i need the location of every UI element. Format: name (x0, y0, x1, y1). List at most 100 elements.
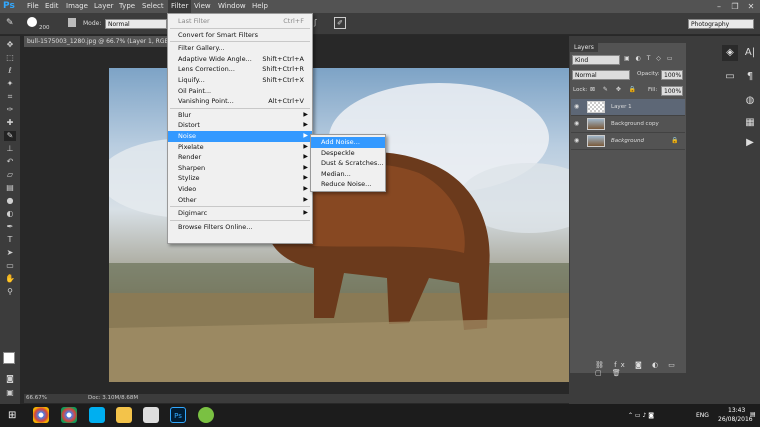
app-icon[interactable] (143, 407, 159, 423)
menu-item-liquify[interactable]: Liquify... Shift+Ctrl+X (168, 75, 312, 86)
chrome-icon[interactable] (61, 407, 77, 423)
menu-item-oil-paint[interactable]: Oil Paint... (168, 86, 312, 97)
document-tab[interactable]: bull-1575003_1280.jpg @ 66.7% (Layer 1, … (24, 36, 169, 47)
chrome-icon[interactable] (33, 407, 49, 423)
skype-icon[interactable] (89, 407, 105, 423)
eraser-tool-icon[interactable]: ▱ (4, 170, 16, 180)
brush-preset-icon[interactable] (27, 17, 37, 27)
visibility-eye-icon[interactable]: ◉ (574, 137, 582, 145)
workspace-select[interactable]: Photography (688, 19, 754, 29)
clock-time[interactable]: 13:43 (728, 407, 745, 414)
menu-item-add-noise[interactable]: Add Noise... (311, 137, 385, 148)
minimize-icon[interactable]: – (712, 0, 726, 13)
paragraph-panel-icon[interactable]: ¶ (742, 69, 758, 85)
hand-tool-icon[interactable]: ✋ (4, 274, 16, 284)
visibility-eye-icon[interactable]: ◉ (574, 103, 582, 111)
menu-window[interactable]: Window (218, 0, 246, 13)
notification-icon[interactable]: ▤ (750, 411, 756, 418)
opacity-input[interactable]: 100% (661, 70, 683, 80)
brush-tool-icon[interactable]: ✎ (4, 131, 16, 141)
menu-item-video[interactable]: Video ▶ (168, 184, 312, 195)
type-tool-icon[interactable]: T (4, 235, 16, 245)
properties-panel-icon[interactable]: ▭ (722, 69, 738, 85)
photoshop-taskbar-icon[interactable]: Ps (170, 407, 186, 423)
windows-start-icon[interactable]: ⊞ (8, 410, 19, 421)
menu-item-lens-correction[interactable]: Lens Correction... Shift+Ctrl+R (168, 64, 312, 75)
layer-row-background[interactable]: ◉ Background 🔒 (571, 133, 685, 150)
move-tool-icon[interactable]: ✥ (4, 40, 16, 50)
menu-item-stylize[interactable]: Stylize ▶ (168, 173, 312, 184)
layers-tab[interactable]: Layers (570, 43, 598, 52)
character-panel-icon[interactable]: A| (742, 45, 758, 61)
menu-item-sharpen[interactable]: Sharpen ▶ (168, 163, 312, 174)
menu-layer[interactable]: Layer (94, 0, 114, 13)
menu-edit[interactable]: Edit (45, 0, 59, 13)
gradient-tool-icon[interactable]: ▤ (4, 183, 16, 193)
swatches-panel-icon[interactable]: ◍ (742, 93, 758, 109)
brush-tool-icon[interactable]: ✎ (6, 18, 18, 29)
zoom-tool-icon[interactable]: ⚲ (4, 287, 16, 297)
screen-mode-icon[interactable]: ▣ (4, 388, 16, 398)
menu-item-dust-scratches[interactable]: Dust & Scratches... (311, 158, 385, 169)
menu-help[interactable]: Help (252, 0, 268, 13)
language-indicator[interactable]: ENG (696, 412, 709, 419)
stamp-tool-icon[interactable]: ⊥ (4, 144, 16, 154)
menu-view[interactable]: View (194, 0, 211, 13)
healing-tool-icon[interactable]: ✚ (4, 118, 16, 128)
menu-filter[interactable]: Filter (168, 0, 192, 13)
menu-item-distort[interactable]: Distort ▶ (168, 120, 312, 131)
path-select-tool-icon[interactable]: ➤ (4, 248, 16, 258)
history-brush-tool-icon[interactable]: ↶ (4, 157, 16, 167)
menu-item-other[interactable]: Other ▶ (168, 195, 312, 206)
menu-image[interactable]: Image (66, 0, 88, 13)
menu-select[interactable]: Select (142, 0, 164, 13)
menu-item-convert-for-smart-filters[interactable]: Convert for Smart Filters (168, 30, 312, 41)
lock-icons[interactable]: ⊠ ✎ ✥ 🔒 (590, 86, 639, 93)
menu-item-despeckle[interactable]: Despeckle (311, 148, 385, 159)
menu-item-digimarc[interactable]: Digimarc ▶ (168, 208, 312, 219)
pen-tool-icon[interactable]: ✒ (4, 222, 16, 232)
layer-filter-kind[interactable]: Kind (572, 55, 620, 65)
menu-item-browse-filters-online[interactable]: Browse Filters Online... (168, 222, 312, 233)
menu-item-reduce-noise[interactable]: Reduce Noise... (311, 179, 385, 190)
layer-row-layer-1[interactable]: ◉ Layer 1 (571, 99, 685, 116)
fill-input[interactable]: 100% (661, 86, 683, 96)
menu-type[interactable]: Type (119, 0, 135, 13)
brush-panel-icon[interactable] (68, 18, 76, 27)
dodge-tool-icon[interactable]: ◐ (4, 209, 16, 219)
layer-row-background-copy[interactable]: ◉ Background copy (571, 116, 685, 133)
menu-item-median[interactable]: Median... (311, 169, 385, 180)
quick-select-tool-icon[interactable]: ✦ (4, 79, 16, 89)
brush-size[interactable]: 200 (39, 25, 50, 31)
clock-date[interactable]: 26/08/2016 (718, 416, 753, 423)
menu-item-adaptive-wide-angle[interactable]: Adaptive Wide Angle... Shift+Ctrl+A (168, 54, 312, 65)
menu-item-noise[interactable]: Noise ▶ (168, 131, 312, 142)
eyedropper-tool-icon[interactable]: ✑ (4, 105, 16, 115)
layers-panel-icon[interactable]: ◈ (722, 45, 738, 61)
foreground-color-swatch[interactable] (3, 352, 15, 364)
menu-item-vanishing-point[interactable]: Vanishing Point... Alt+Ctrl+V (168, 96, 312, 107)
zoom-level[interactable]: 66.67% (26, 394, 47, 403)
close-icon[interactable]: ✕ (744, 0, 758, 13)
tray-icons[interactable]: ⌃ ▭ ♪ ◙ (628, 412, 654, 419)
file-explorer-icon[interactable] (116, 407, 132, 423)
blend-mode-select[interactable]: Normal (572, 70, 630, 80)
menu-item-blur[interactable]: Blur ▶ (168, 110, 312, 121)
lasso-tool-icon[interactable]: ℓ (4, 66, 16, 76)
pressure-icon[interactable]: ʃ (314, 18, 322, 28)
visibility-eye-icon[interactable]: ◉ (574, 120, 582, 128)
layer-filter-icons[interactable]: ▣ ◐ T ◇ ▭ (624, 55, 684, 65)
crop-tool-icon[interactable]: ⌗ (4, 92, 16, 102)
menu-file[interactable]: File (27, 0, 39, 13)
menu-item-filter-gallery[interactable]: Filter Gallery... (168, 43, 312, 54)
pressure-size-icon[interactable]: ✐ (334, 17, 346, 29)
menu-item-render[interactable]: Render ▶ (168, 152, 312, 163)
marquee-tool-icon[interactable]: ⬚ (4, 53, 16, 63)
blur-tool-icon[interactable]: ● (4, 196, 16, 206)
actions-panel-icon[interactable]: ▶ (742, 135, 758, 151)
history-panel-icon[interactable]: ▦ (742, 115, 758, 131)
shape-tool-icon[interactable]: ▭ (4, 261, 16, 271)
quick-mask-icon[interactable]: ◙ (4, 374, 16, 384)
layer-actions[interactable]: ⛓ fx ◙ ◐ ▭ ▢ 🗑 (595, 361, 685, 377)
restore-icon[interactable]: ❐ (728, 0, 742, 13)
